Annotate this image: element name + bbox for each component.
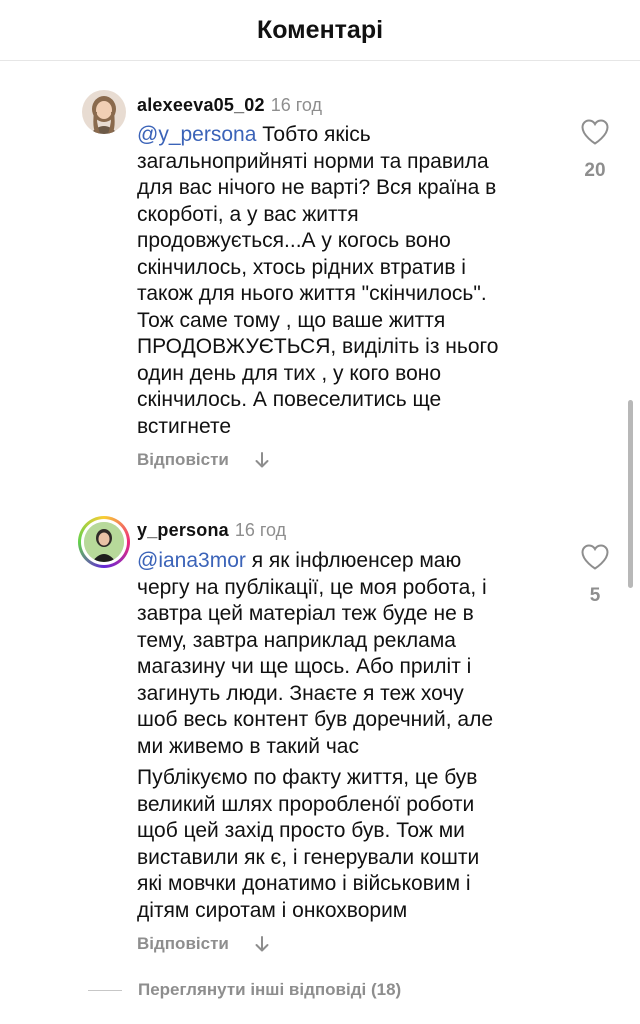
comment-text: @y_persona Тобто якісь загальноприйняті … xyxy=(137,122,567,440)
comment-text-continued: Публікуємо по факту життя, це був велики… xyxy=(137,766,480,922)
comment-meta: alexeeva05_02 16 год xyxy=(137,95,322,116)
avatar[interactable] xyxy=(78,516,130,568)
header: Коментарі xyxy=(0,0,640,61)
comment-body: я як інфлюенсер маю чергу на публікації,… xyxy=(137,549,494,758)
avatar[interactable] xyxy=(82,90,126,134)
heart-outline-icon[interactable] xyxy=(580,118,610,146)
view-more-replies[interactable]: Переглянути інші відповіді (18) xyxy=(88,980,401,1000)
reply-button[interactable]: Відповісти xyxy=(137,450,229,470)
mention-link[interactable]: @iana3mor xyxy=(137,549,246,572)
username[interactable]: alexeeva05_02 xyxy=(137,95,265,115)
view-more-replies-label[interactable]: Переглянути інші відповіді (18) xyxy=(138,980,401,1000)
like-count: 20 xyxy=(584,160,606,181)
timestamp: 16 год xyxy=(234,520,287,540)
scrollbar[interactable] xyxy=(628,400,633,588)
timestamp: 16 год xyxy=(270,95,323,115)
like-control: 20 xyxy=(578,118,612,182)
divider xyxy=(88,989,122,991)
username[interactable]: y_persona xyxy=(137,520,229,540)
page-title: Коментарі xyxy=(256,15,384,44)
like-count: 5 xyxy=(589,585,601,606)
mention-link[interactable]: @y_persona xyxy=(137,123,256,146)
reply-row: Відповісти xyxy=(137,450,271,470)
heart-outline-icon[interactable] xyxy=(580,543,610,571)
arrow-down-icon[interactable] xyxy=(253,935,271,953)
comment-text: @iana3mor я як інфлюенсер маю чергу на п… xyxy=(137,548,567,760)
arrow-down-icon[interactable] xyxy=(253,451,271,469)
reply-button[interactable]: Відповісти xyxy=(137,934,229,954)
comment-meta: y_persona 16 год xyxy=(137,520,286,541)
like-control: 5 xyxy=(578,543,612,607)
comment-body: Тобто якісь загальноприйняті норми та пр… xyxy=(137,123,499,438)
reply-row: Відповісти xyxy=(137,934,271,954)
